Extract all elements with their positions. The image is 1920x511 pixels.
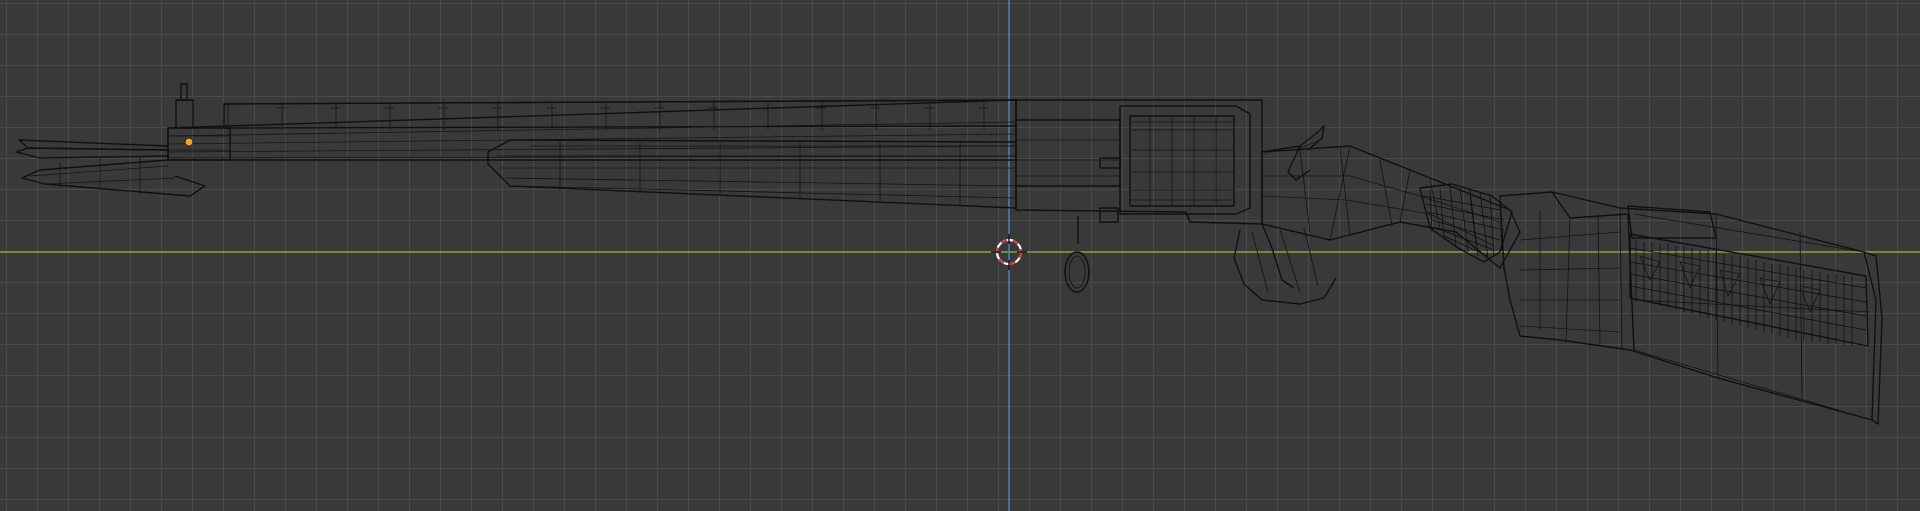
sling-ring[interactable]: [1064, 216, 1090, 293]
grip-wrap[interactable]: [1419, 183, 1513, 263]
barrel-mesh[interactable]: [167, 99, 1017, 161]
revolver-cylinder[interactable]: [1099, 105, 1251, 215]
hammer[interactable]: [1261, 125, 1325, 181]
3d-viewport[interactable]: [0, 0, 1920, 511]
stock-mesh[interactable]: [1499, 191, 1883, 425]
viewport-canvas[interactable]: [0, 0, 1920, 511]
handguard-mesh[interactable]: [487, 139, 1017, 209]
trigger-guard[interactable]: [1233, 223, 1337, 305]
object-origin-dot[interactable]: [184, 137, 194, 147]
grip-wrist[interactable]: [1261, 145, 1521, 269]
front-sight: [175, 83, 194, 129]
bayonet-mesh[interactable]: [15, 139, 206, 197]
stock-inlay[interactable]: [1629, 233, 1869, 347]
